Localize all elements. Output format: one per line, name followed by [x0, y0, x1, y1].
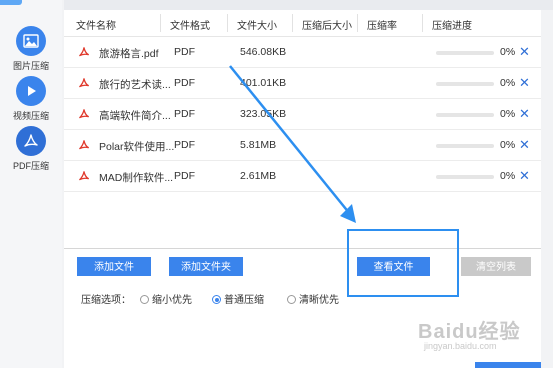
annotation-highlight-box	[347, 229, 459, 297]
watermark-url: jingyan.baidu.com	[424, 341, 497, 351]
annotation-arrow	[229, 65, 356, 223]
bottom-accent-bar	[475, 362, 541, 368]
watermark-logo-text: Baidu经验	[418, 321, 521, 343]
watermark: Baidu经验 jingyan.baidu.com	[418, 315, 521, 351]
